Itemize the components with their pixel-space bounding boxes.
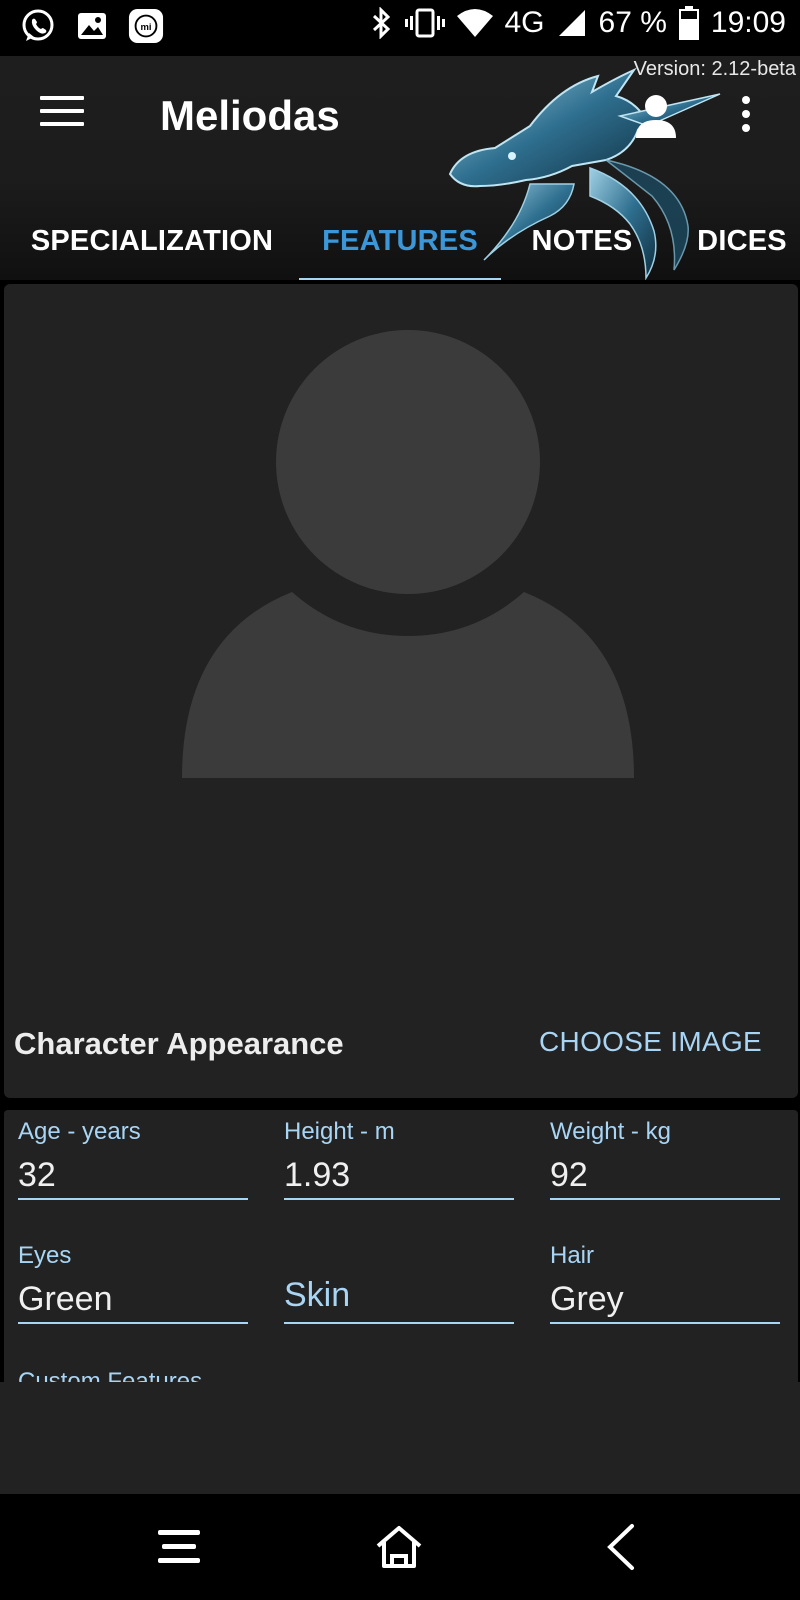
features-form: Age - years 32 Height - m 1.93 Weight - … (4, 1110, 798, 1382)
menu-icon[interactable] (40, 96, 84, 132)
age-label: Age - years (18, 1118, 141, 1145)
navigation-bar (0, 1494, 800, 1600)
signal-icon (558, 10, 585, 36)
eyes-input[interactable]: Green (18, 1272, 248, 1322)
more-options-icon[interactable] (738, 96, 754, 136)
person-placeholder-icon (182, 308, 634, 778)
age-underline (18, 1198, 248, 1200)
weight-label: Weight - kg (550, 1118, 671, 1145)
weight-input[interactable]: 92 (550, 1148, 780, 1198)
appearance-card: Character Appearance CHOOSE IMAGE (4, 284, 798, 1098)
page-title: Meliodas (160, 92, 340, 139)
hair-underline (550, 1322, 780, 1324)
choose-image-button[interactable]: CHOOSE IMAGE (539, 1026, 762, 1058)
vibrate-icon (404, 8, 445, 38)
height-field[interactable]: Height - m 1.93 (284, 1118, 514, 1200)
skin-field[interactable]: Skin (284, 1242, 514, 1324)
custom-features-label: Custom Features (18, 1368, 203, 1382)
height-input[interactable]: 1.93 (284, 1148, 514, 1198)
app-bar: Version: 2.12-beta Meliodas SPECIALIZATI… (0, 56, 800, 280)
tab-features[interactable]: FEATURES (300, 206, 500, 276)
eyes-field[interactable]: Eyes Green (18, 1242, 248, 1324)
status-bar: mi 4G 67 % 19:09 (0, 0, 800, 56)
tab-indicator (299, 278, 501, 280)
recents-icon[interactable] (154, 1522, 204, 1572)
skin-underline (284, 1322, 514, 1324)
whatsapp-icon (20, 8, 56, 44)
bluetooth-icon (372, 7, 390, 39)
hair-label: Hair (550, 1242, 595, 1269)
tab-notes[interactable]: NOTES (500, 206, 664, 276)
content-bottom (0, 1382, 800, 1494)
weight-underline (550, 1198, 780, 1200)
wifi-icon (456, 9, 493, 37)
gallery-icon (74, 8, 110, 44)
weight-field[interactable]: Weight - kg 92 (550, 1118, 780, 1200)
skin-input[interactable]: Skin (284, 1268, 514, 1322)
back-icon[interactable] (598, 1522, 648, 1572)
tab-specialization[interactable]: SPECIALIZATION (0, 206, 304, 276)
profile-icon[interactable] (636, 94, 676, 138)
appearance-title: Character Appearance (14, 1026, 344, 1061)
eyes-underline (18, 1322, 248, 1324)
network-type: 4G (504, 6, 545, 39)
height-label: Height - m (284, 1118, 395, 1145)
version-label: Version: 2.12-beta (633, 58, 796, 80)
tab-dices[interactable]: DICES (684, 206, 800, 276)
clock: 19:09 (710, 6, 786, 39)
mi-icon: mi (128, 8, 164, 44)
tab-bar: SPECIALIZATION FEATURES NOTES DICES (0, 206, 800, 276)
height-underline (284, 1198, 514, 1200)
home-icon[interactable] (374, 1522, 424, 1572)
age-field[interactable]: Age - years 32 (18, 1118, 248, 1200)
hair-input[interactable]: Grey (550, 1272, 780, 1322)
battery-icon (678, 6, 699, 40)
eyes-label: Eyes (18, 1242, 72, 1269)
svg-text:mi: mi (140, 22, 151, 33)
age-input[interactable]: 32 (18, 1148, 248, 1198)
hair-field[interactable]: Hair Grey (550, 1242, 780, 1324)
battery-percent: 67 % (598, 6, 667, 39)
